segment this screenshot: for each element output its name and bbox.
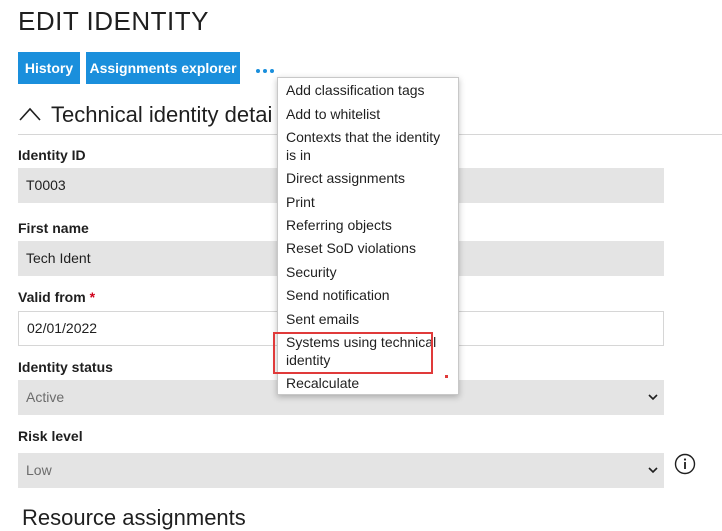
section-title: Technical identity detai [51,102,273,127]
menu-item-add-classification-tags[interactable]: Add classification tags [286,81,454,99]
chevron-down-icon [648,467,658,474]
menu-item-reset-sod-violations[interactable]: Reset SoD violations [286,239,454,257]
assignments-explorer-button[interactable]: Assignments explorer [86,52,240,84]
menu-item-add-to-whitelist[interactable]: Add to whitelist [286,105,454,123]
history-button[interactable]: History [18,52,80,84]
risk-level-select[interactable]: Low [18,453,664,488]
more-actions-button[interactable] [254,66,276,74]
chevron-up-icon [19,107,41,121]
valid-from-label: Valid from * [18,289,95,305]
info-icon[interactable] [674,453,696,475]
annotation-dot [445,375,448,378]
ellipsis-icon [256,69,260,73]
menu-item-recalculate[interactable]: Recalculate [286,374,454,392]
identity-status-label: Identity status [18,359,113,375]
menu-item-sent-emails[interactable]: Sent emails [286,310,454,328]
menu-item-direct-assignments[interactable]: Direct assignments [286,169,454,187]
menu-item-referring-objects[interactable]: Referring objects [286,216,454,234]
risk-level-label: Risk level [18,428,83,444]
valid-from-label-text: Valid from [18,289,86,305]
first-name-label: First name [18,220,89,236]
identity-id-label: Identity ID [18,147,86,163]
highlight-annotation-box [273,332,433,374]
menu-item-send-notification[interactable]: Send notification [286,286,454,304]
identity-status-value: Active [26,389,65,405]
required-marker: * [89,289,96,305]
menu-item-print[interactable]: Print [286,193,454,211]
page-title: EDIT IDENTITY [18,6,209,36]
chevron-down-icon [648,394,658,401]
risk-level-value: Low [26,462,52,478]
menu-item-security[interactable]: Security [286,263,454,281]
resource-assignments-section-title[interactable]: Resource assignments [22,505,246,531]
menu-item-contexts[interactable]: Contexts that the identity is in [286,128,454,164]
